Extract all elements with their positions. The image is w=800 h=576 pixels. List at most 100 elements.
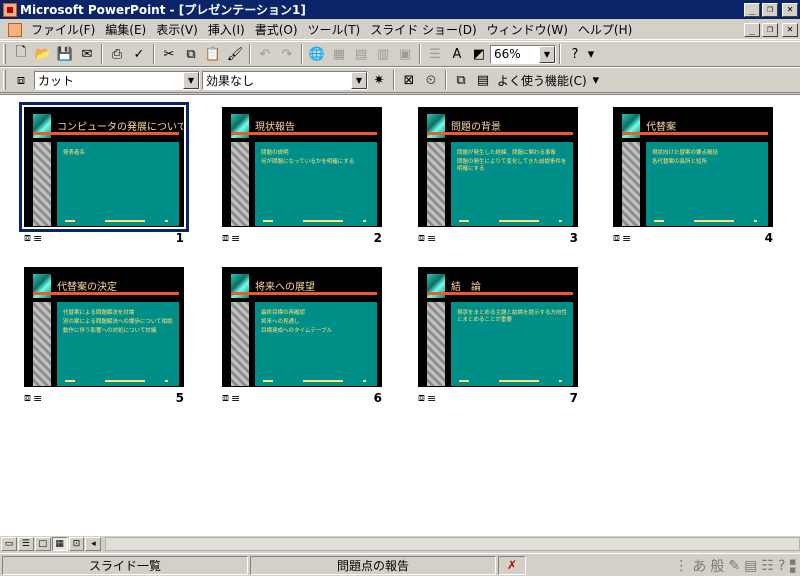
outline-view-icon[interactable]: ☰ <box>17 537 34 551</box>
zoom-select[interactable]: 66% ▼ <box>490 44 556 64</box>
doc-close-button[interactable]: ✕ <box>782 22 798 37</box>
cut-icon[interactable]: ✂ <box>158 43 180 65</box>
slide-view-icon[interactable]: □ <box>34 537 51 551</box>
chevron-down-icon[interactable]: ▾ <box>590 69 602 91</box>
slide-thumbnail[interactable]: 現状報告 問題の説明 何が問題になっているかを明確にする ⧈ ≡ 2 <box>222 101 382 251</box>
speaker-notes-icon[interactable]: ▤ <box>472 69 494 91</box>
chevron-down-icon[interactable]: ▼ <box>351 71 367 89</box>
summary-slide-icon[interactable]: ⧉ <box>450 69 472 91</box>
slide-thumbnail[interactable]: 代替案の決定 代替案による問題解決を討論 別の案による問題解決への譲歩について相談動… <box>24 261 184 411</box>
slide-thumbnail[interactable]: 結 論現状をまとめる主題と結論を提示する方向性とまとめることが重要 ⧈ ≡ 7 <box>418 261 578 411</box>
animation-icon[interactable]: ≡ <box>231 232 240 245</box>
expand-all-icon[interactable]: ☰ <box>424 43 446 65</box>
save-icon[interactable]: 💾 <box>54 43 76 65</box>
slide-preview[interactable]: 代替案 現状向けた替案の要点概括 各代替案の長所と短所 <box>613 107 773 227</box>
scroll-left-icon[interactable]: ◂ <box>85 537 102 551</box>
menu-format[interactable]: 書式(O) <box>250 21 303 38</box>
hyperlink-icon[interactable]: 🌐 <box>306 43 328 65</box>
animation-icon[interactable]: ≡ <box>622 232 631 245</box>
document-icon[interactable] <box>8 22 22 37</box>
grayscale-icon[interactable]: ◩ <box>468 43 490 65</box>
insert-chart-icon[interactable]: ▥ <box>372 43 394 65</box>
slide-thumbnail[interactable]: 代替案 現状向けた替案の要点概括 各代替案の長所と短所 ⧈ ≡ 4 <box>613 101 773 251</box>
ime-pad-icon[interactable]: ✎ <box>728 558 740 574</box>
transition-icon[interactable]: ⧈ <box>24 391 31 405</box>
slideshow-view-icon[interactable]: ⊡ <box>68 537 85 551</box>
ime-help-icon[interactable]: ? <box>778 558 785 574</box>
powerpoint-app-icon[interactable] <box>3 2 17 17</box>
slide-preview[interactable]: 問題の背景 問題が発生した経緯、問題に関わる事象 問題の発生によりて変化してきた前提… <box>418 107 578 227</box>
ime-dictionary-icon[interactable]: ▤ <box>744 558 757 574</box>
animation-icon[interactable]: ≡ <box>427 392 436 405</box>
print-icon[interactable]: ⎙ <box>106 43 128 65</box>
slide-thumbnail[interactable]: 将来への展望 最終目標の再確認 将来への見通し 目標達成へのタイムテーブル ⧈ ≡ 6 <box>222 261 382 411</box>
doc-restore-button[interactable]: ❐ <box>762 22 778 37</box>
show-formatting-icon[interactable]: A <box>446 43 468 65</box>
normal-view-icon[interactable]: ▭ <box>1 537 17 551</box>
minimize-button[interactable]: _ <box>744 2 760 17</box>
transition-icon[interactable]: ⧈ <box>613 231 620 245</box>
slide-bullet: 将来への見通し <box>261 319 300 325</box>
chevron-down-icon[interactable]: ▼ <box>183 71 199 89</box>
slide-title: 将来への展望 <box>255 282 315 293</box>
hide-slide-icon[interactable]: ⊠ <box>398 69 420 91</box>
menu-insert[interactable]: 挿入(I) <box>203 21 250 38</box>
transition-icon[interactable]: ⧈ <box>418 231 425 245</box>
slide-sorter-view-icon[interactable]: ▦ <box>51 537 68 551</box>
tables-borders-icon[interactable]: ▦ <box>328 43 350 65</box>
horizontal-scrollbar[interactable] <box>105 537 800 551</box>
common-tasks-menu[interactable]: よく使う機能(C) <box>494 72 590 89</box>
menu-view[interactable]: 表示(V) <box>151 21 203 38</box>
spelling-status-icon[interactable]: ✗ <box>498 555 526 575</box>
insert-table-icon[interactable]: ▤ <box>350 43 372 65</box>
open-icon[interactable]: 📂 <box>32 43 54 65</box>
transition-icon[interactable]: ⧈ <box>222 391 229 405</box>
undo-icon[interactable]: ↶ <box>254 43 276 65</box>
slide-thumbnail[interactable]: 問題の背景 問題が発生した経緯、問題に関わる事象 問題の発生によりて変化してきた前提… <box>418 101 578 251</box>
transition-icon[interactable]: ⧈ <box>24 231 31 245</box>
animation-icon[interactable]: ≡ <box>33 392 42 405</box>
slide-transition-icon[interactable]: ⧈ <box>10 69 32 91</box>
email-icon[interactable]: ✉ <box>76 43 98 65</box>
slide-thumbnail[interactable]: コンピュータの発展について 発表者名 ⧈ ≡ 1 <box>19 101 189 251</box>
slide-preview[interactable]: 代替案の決定 代替案による問題解決を討論 別の案による問題解決への譲歩について相談動… <box>24 267 184 387</box>
toolbar-options-icon[interactable]: ▾ <box>586 43 596 65</box>
animation-icon[interactable]: ≡ <box>427 232 436 245</box>
copy-icon[interactable]: ⧉ <box>180 43 202 65</box>
toolbar-grip[interactable] <box>3 44 6 64</box>
rehearse-timings-icon[interactable]: ⏲ <box>420 69 442 91</box>
doc-minimize-button[interactable]: _ <box>744 22 760 37</box>
transition-icon[interactable]: ⧈ <box>222 231 229 245</box>
paste-icon[interactable]: 📋 <box>202 43 224 65</box>
slide-preview[interactable]: 現状報告 問題の説明 何が問題になっているかを明確にする <box>222 107 382 227</box>
menu-edit[interactable]: 編集(E) <box>100 21 151 38</box>
ime-mode-icon[interactable]: あ <box>692 556 706 576</box>
help-icon[interactable]: ? <box>564 43 586 65</box>
chevron-down-icon[interactable]: ▼ <box>539 45 555 63</box>
format-painter-icon[interactable]: 🖌 <box>224 43 246 65</box>
close-button[interactable]: ✕ <box>782 2 798 17</box>
transition-effect-select[interactable]: カット ▼ <box>34 70 200 90</box>
animation-icon[interactable]: ≡ <box>33 232 42 245</box>
menu-window[interactable]: ウィンドウ(W) <box>482 21 573 38</box>
slide-preview[interactable]: 結 論現状をまとめる主題と結論を提示する方向性とまとめることが重要 <box>418 267 578 387</box>
menu-file[interactable]: ファイル(F) <box>26 21 100 38</box>
menu-slideshow[interactable]: スライド ショー(D) <box>365 21 481 38</box>
animation-icon[interactable]: ≡ <box>231 392 240 405</box>
toolbar-grip[interactable] <box>3 70 6 90</box>
new-icon[interactable]: 🗋 <box>10 43 32 65</box>
slide-preview[interactable]: 将来への展望 最終目標の再確認 将来への見通し 目標達成へのタイムテーブル <box>222 267 382 387</box>
new-slide-icon[interactable]: ▣ <box>394 43 416 65</box>
menu-tools[interactable]: ツール(T) <box>303 21 366 38</box>
ime-grip-icon[interactable]: ⋮ <box>674 558 688 574</box>
spelling-icon[interactable]: ✓ <box>128 43 150 65</box>
ime-conversion-icon[interactable]: 般 <box>710 556 724 576</box>
restore-button[interactable]: ❐ <box>762 2 778 17</box>
redo-icon[interactable]: ↷ <box>276 43 298 65</box>
animation-preview-icon[interactable]: ✷ <box>368 69 390 91</box>
menu-help[interactable]: ヘルプ(H) <box>573 21 637 38</box>
animation-effect-select[interactable]: 効果なし ▼ <box>202 70 368 90</box>
transition-icon[interactable]: ⧈ <box>418 391 425 405</box>
slide-preview[interactable]: コンピュータの発展について 発表者名 <box>19 102 189 232</box>
ime-properties-icon[interactable]: ☷ <box>761 558 774 574</box>
